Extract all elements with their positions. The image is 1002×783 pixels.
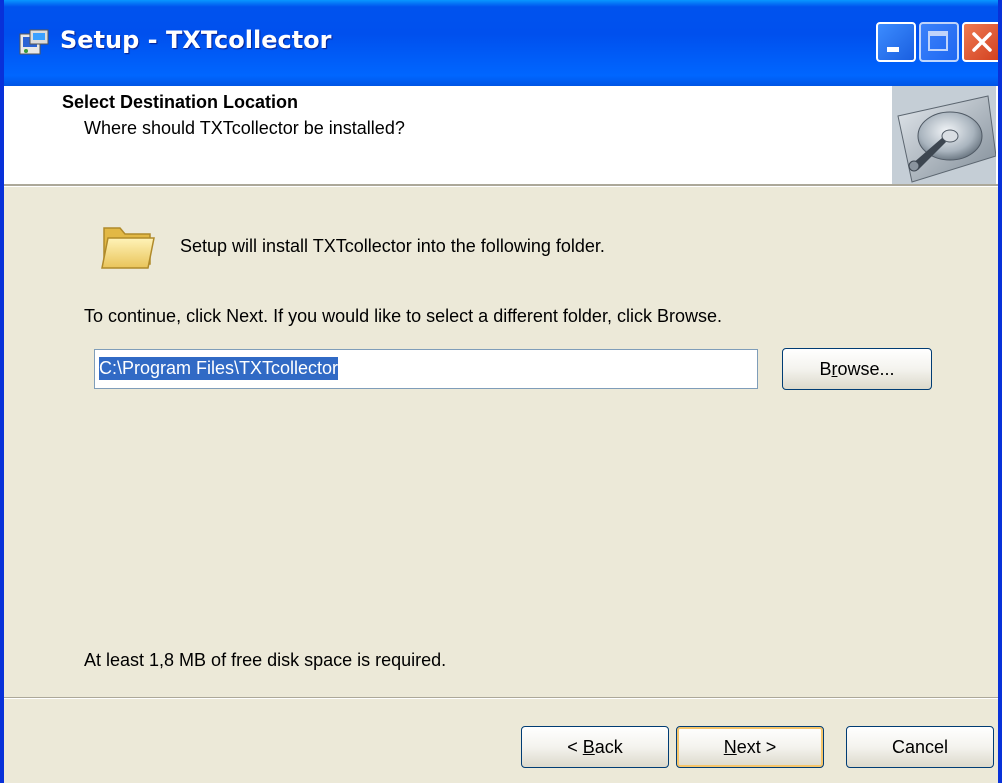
hard-disk-icon	[892, 86, 997, 184]
next-label-post: ext >	[736, 737, 777, 757]
setup-icon	[18, 28, 50, 58]
disk-space-note: At least 1,8 MB of free disk space is re…	[84, 650, 447, 670]
wizard-header: Select Destination Location Where should…	[4, 86, 998, 184]
close-button[interactable]	[962, 22, 998, 62]
next-label-accel: N	[723, 737, 737, 757]
cancel-button[interactable]: Cancel	[846, 726, 994, 768]
folder-icon	[98, 218, 158, 274]
browse-label-post: owse...	[837, 359, 895, 379]
footer-separator	[4, 697, 998, 699]
maximize-button[interactable]	[919, 22, 959, 62]
back-label-accel: B	[582, 737, 595, 757]
destination-path-input[interactable]: C:\Program Files\TXTcollector	[94, 349, 758, 389]
setup-window: Setup - TXTcollector Select Destination …	[0, 0, 1002, 783]
instruction-text: To continue, click Next. If you would li…	[84, 306, 722, 326]
back-label-post: ack	[594, 737, 623, 757]
install-intro-text: Setup will install TXTcollector into the…	[180, 236, 605, 256]
browse-label-pre: B	[819, 359, 832, 379]
back-label-pre: <	[567, 737, 583, 757]
title-bar[interactable]: Setup - TXTcollector	[4, 0, 998, 86]
page-subtitle: Where should TXTcollector be installed?	[84, 118, 405, 138]
destination-path-value: C:\Program Files\TXTcollector	[99, 357, 339, 380]
window-title: Setup - TXTcollector	[60, 26, 332, 54]
back-button[interactable]: < Back	[521, 726, 669, 768]
next-button[interactable]: Next >	[676, 726, 824, 768]
page-title: Select Destination Location	[62, 92, 299, 112]
close-icon	[972, 32, 992, 52]
header-separator	[4, 184, 998, 187]
browse-button[interactable]: Browse...	[782, 348, 932, 390]
minimize-button[interactable]	[876, 22, 916, 62]
